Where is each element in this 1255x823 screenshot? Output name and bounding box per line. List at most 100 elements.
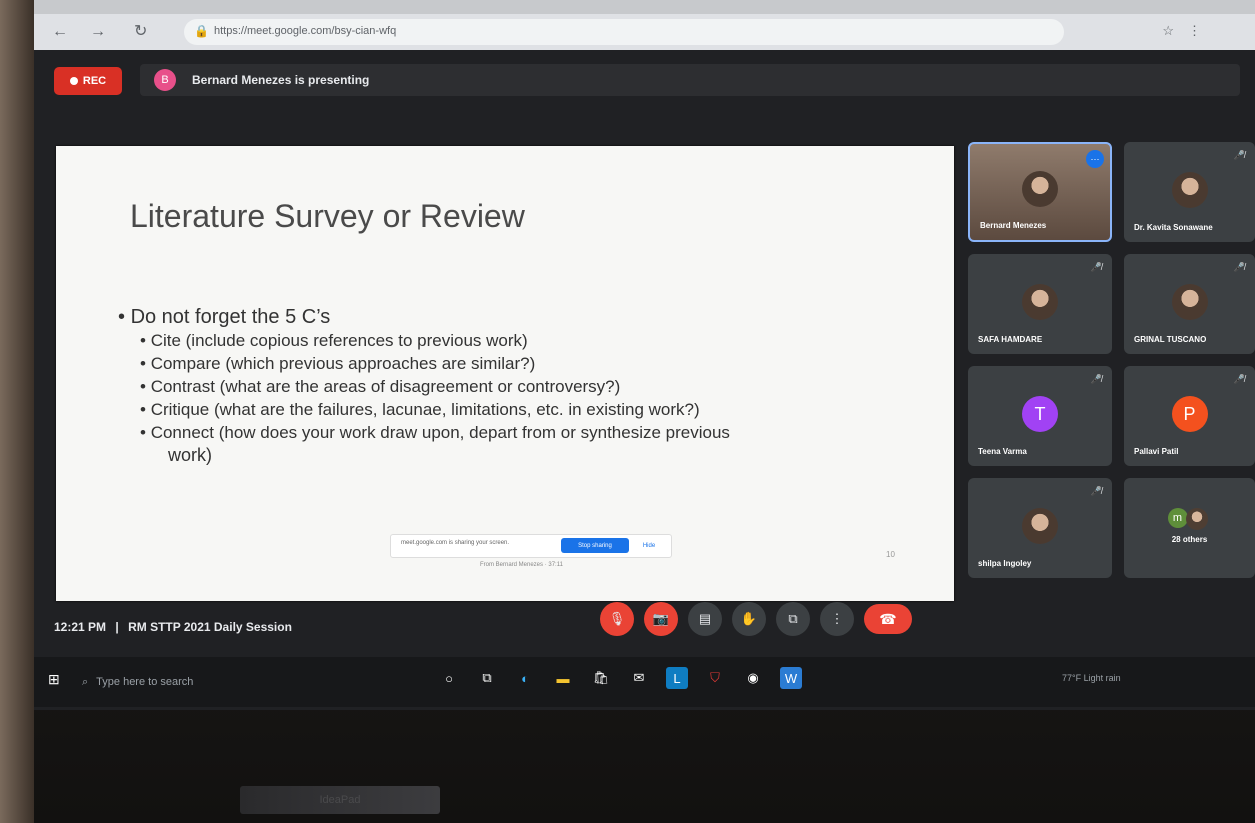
participant-avatar: P [1171,396,1208,432]
taskbar-apps: ○ ⧉ ◐ ▬ 🛍 ✉ L ⛉ ◉ W [438,667,802,689]
participant-name: GRINAL TUSCANO [1134,335,1207,344]
participant-avatar [1171,284,1208,320]
bullet-item: • Connect (how does your work draw upon,… [140,423,730,442]
windows-taskbar: ⊞ ⌕ Type here to search ○ ⧉ ◐ ▬ 🛍 ✉ L ⛉ … [34,657,1255,707]
meeting-time: 12:21 PM [54,620,107,634]
mic-off-icon: 🎤̸ [1233,150,1245,160]
slide-number: 10 [886,550,895,559]
slide-title: Literature Survey or Review [130,198,525,234]
background-strip [0,0,34,823]
share-bar-text: meet.google.com is sharing your screen. [401,540,510,546]
url-text: https://meet.google.com/bsy-cian-wfq [214,25,397,37]
screen: ← → ↻ 🔒 https://meet.google.com/bsy-cian… [34,0,1255,710]
browser-tab-strip [34,0,1255,14]
mcafee-icon[interactable]: ⛉ [704,667,726,689]
mic-off-icon: 🎤̸ [1090,262,1102,272]
bullet-text: Critique (what are the failures, lacunae… [150,400,700,419]
taskbar-search[interactable]: ⌕ Type here to search [82,671,402,693]
screen-share-bar: meet.google.com is sharing your screen. … [390,534,672,558]
extensions-icon[interactable]: ☆⋮ [1162,23,1215,39]
mic-off-button[interactable]: 🎙 [600,602,634,636]
bullet-main: • Do not forget the 5 C’s [118,306,331,328]
separator: | [115,620,119,634]
camera-off-button[interactable]: 📷 [644,602,678,636]
present-now-button[interactable]: ⧉ [776,602,810,636]
bullet-text: Contrast (what are the areas of disagree… [150,377,621,396]
presentation-slide: Literature Survey or Review • Do not for… [56,146,954,601]
participant-tile-kavita[interactable]: 🎤̸ Dr. Kavita Sonawane [1124,142,1255,242]
participant-name: Pallavi Patil [1134,447,1179,456]
hide-button[interactable]: Hide [637,538,661,553]
participant-name: Bernard Menezes [980,221,1047,230]
mic-off-icon: 🎤̸ [1233,374,1245,384]
participant-video [1022,170,1058,207]
bullet-text: Cite (include copious references to prev… [150,331,528,350]
lock-icon: 🔒 [194,24,209,38]
bullet-item: • Compare (which previous approaches are… [140,354,536,373]
others-avatars: m [1167,508,1208,530]
presenting-banner: B Bernard Menezes is presenting [140,64,1240,96]
chrome-icon[interactable]: ◉ [742,667,764,689]
task-view-icon[interactable]: ⧉ [476,667,498,689]
recording-badge: REC [54,67,122,95]
app-icon-l[interactable]: L [666,667,688,689]
reload-icon[interactable]: ↻ [134,23,147,41]
participant-tile-others[interactable]: m 28 others [1124,478,1255,578]
recording-label: REC [82,75,107,87]
back-arrow-icon[interactable]: ← [52,23,68,41]
end-call-button[interactable]: ☎ [864,604,912,634]
participant-name: SAFA HAMDARE [978,335,1043,344]
raise-hand-button[interactable]: ✋ [732,602,766,636]
more-options-icon[interactable]: ⋯ [1086,150,1104,168]
laptop-brand-logo: IdeaPad [240,786,440,814]
bullet-text: Compare (which previous approaches are s… [150,354,536,373]
word-icon[interactable]: W [780,667,802,689]
participant-avatar [1022,508,1058,544]
bullet-item: • Critique (what are the failures, lacun… [140,400,700,419]
bullet-item: • Contrast (what are the areas of disagr… [140,377,621,396]
bullet-item: • Cite (include copious references to pr… [140,331,528,350]
bullet-text: Connect (how does your work draw upon, d… [150,423,730,442]
mic-off-icon: 🎤̸ [1233,262,1245,272]
presenter-avatar: B [154,69,176,91]
participant-tile-safa[interactable]: 🎤̸ SAFA HAMDARE [968,254,1112,354]
meeting-controls: 🎙 📷 ▤ ✋ ⧉ ⋮ ☎ [600,602,912,636]
participant-name: Teena Varma [978,447,1027,456]
participant-name: 28 others [1171,535,1208,544]
captions-button[interactable]: ▤ [688,602,722,636]
cortana-icon[interactable]: ○ [438,667,460,689]
file-explorer-icon[interactable]: ▬ [552,667,574,689]
participant-avatar: T [1022,396,1058,432]
meeting-title: RM STTP 2021 Daily Session [128,620,292,634]
store-icon[interactable]: 🛍 [590,667,612,689]
address-bar[interactable]: 🔒 https://meet.google.com/bsy-cian-wfq [184,19,1064,45]
share-caption: From Bernard Menezes · 37:11 [480,562,563,568]
participant-name: Dr. Kavita Sonawane [1134,223,1213,232]
participant-avatar [1022,284,1058,320]
search-icon: ⌕ [82,675,89,688]
stop-sharing-button[interactable]: Stop sharing [561,538,629,553]
record-dot-icon [69,77,78,85]
bullet-main-text: Do not forget the 5 C’s [130,306,331,328]
mail-icon[interactable]: ✉ [628,667,650,689]
browser-toolbar: ← → ↻ 🔒 https://meet.google.com/bsy-cian… [34,14,1255,50]
bullet-continuation: work) [168,445,212,465]
edge-icon[interactable]: ◐ [514,667,536,689]
participant-avatar [1171,172,1208,208]
participant-tile-bernard[interactable]: ⋯ Bernard Menezes [968,142,1112,242]
participant-tile-pallavi[interactable]: P 🎤̸ Pallavi Patil [1124,366,1255,466]
mic-off-icon: 🎤̸ [1090,486,1102,496]
participant-tile-shilpa[interactable]: 🎤̸ shilpa Ingoley [968,478,1112,578]
search-placeholder: Type here to search [96,676,194,688]
participant-name: shilpa Ingoley [978,559,1032,568]
windows-start-icon[interactable]: ⊞ [48,671,68,691]
system-tray: 77°F Light rain [1062,673,1121,683]
presenting-text: Bernard Menezes is presenting [192,73,370,87]
participant-tile-grinal[interactable]: 🎤̸ GRINAL TUSCANO [1124,254,1255,354]
slide-bullets: • Do not forget the 5 C’s • Cite (includ… [118,306,730,467]
forward-arrow-icon[interactable]: → [90,23,106,41]
more-options-button[interactable]: ⋮ [820,602,854,636]
mic-off-icon: 🎤̸ [1090,374,1102,384]
participant-tile-teena[interactable]: T 🎤̸ Teena Varma [968,366,1112,466]
meeting-info: 12:21 PM | RM STTP 2021 Daily Session [54,620,292,634]
